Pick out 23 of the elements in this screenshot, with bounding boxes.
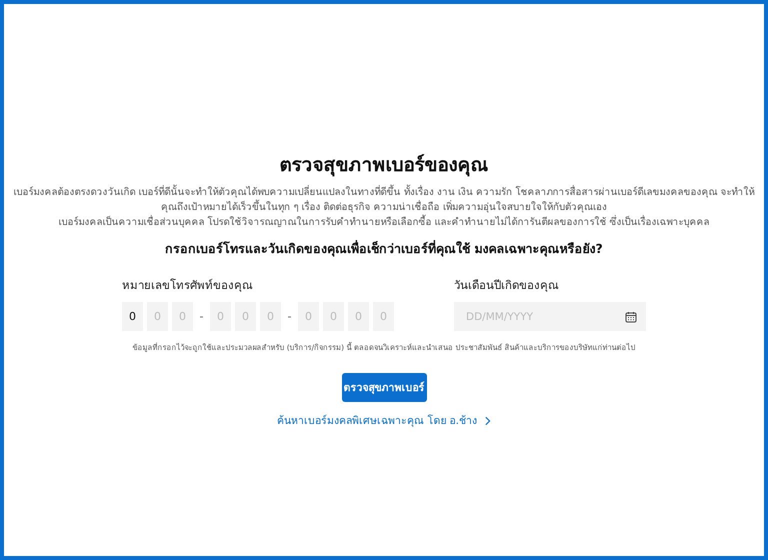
question-heading: กรอกเบอร์โทรและวันเกิดของคุณเพื่อเช็กว่าเบอร์ที่คุณใช้ มงคลเฉพาะคุณหรือยัง? xyxy=(165,239,603,259)
digit-field[interactable]: 0 xyxy=(260,302,281,331)
field-label: วันเดือนปีเกิดของคุณ xyxy=(454,277,560,294)
digit-field[interactable]: 0 xyxy=(373,302,394,331)
digit-field[interactable]: 0 xyxy=(122,302,143,331)
page-title: ตรวจสุขภาพเบอร์ของคุณ xyxy=(280,153,488,178)
chevron-right-icon xyxy=(484,416,491,426)
digit-field[interactable]: 0 xyxy=(210,302,231,331)
check-button[interactable]: ตรวจสุขภาพเบอร์ xyxy=(342,373,426,402)
digit-field[interactable]: 0 xyxy=(235,302,256,331)
digit-field[interactable]: 0 xyxy=(147,302,168,331)
digit-field[interactable]: 0 xyxy=(348,302,369,331)
digit-field[interactable]: 0 xyxy=(172,302,193,331)
digit-field[interactable]: 0 xyxy=(298,302,319,331)
field-label: หมายเลขโทรศัพท์ของคุณ xyxy=(122,277,254,294)
digit-field[interactable]: 0 xyxy=(323,302,344,331)
search-link[interactable]: ค้นหาเบอร์มงคลพิเศษเฉพาะคุณ โดย อ.ช้าง xyxy=(276,412,491,429)
description-text: เบอร์มงคลต้องตรงดวงวันเกิด เบอร์ที่ดีนั้นจะทำให้ตัวคุณได้พบความเปลี่ยนแปลงในทางที่ดีขึ้น ทั้งเรื่อง งาน เงิน ความรัก โชคลาภการสื่อสารผ่านเบอร์ดีเลขมงคลของคุณ จะทำให้คุณถึงเป้าหมายได้เร็วขึ้นในทุก ๆ เรื่อง ติดต่อธุรกิจ ความน่าเชื่อถือ เพิ่มความอุ่นใจสบายใจให้กับตัวคุณเอง xyxy=(4,185,764,215)
description-text: เบอร์มงคลเป็นความเชื่อส่วนบุคคล โปรดใช้วิจารณญาณในการรับคำทำนายหรือเลือกซื้อ และคำทำนายไม่ได้การันตีผลของการใช้ ซึ่งเป็นเรื่องเฉพาะบุคคล xyxy=(4,215,764,230)
dash-separator: - xyxy=(198,310,204,323)
calendar-icon[interactable] xyxy=(625,310,637,322)
date-field[interactable]: DD/MM/YYYY xyxy=(454,302,646,331)
dash-separator: - xyxy=(286,310,292,323)
